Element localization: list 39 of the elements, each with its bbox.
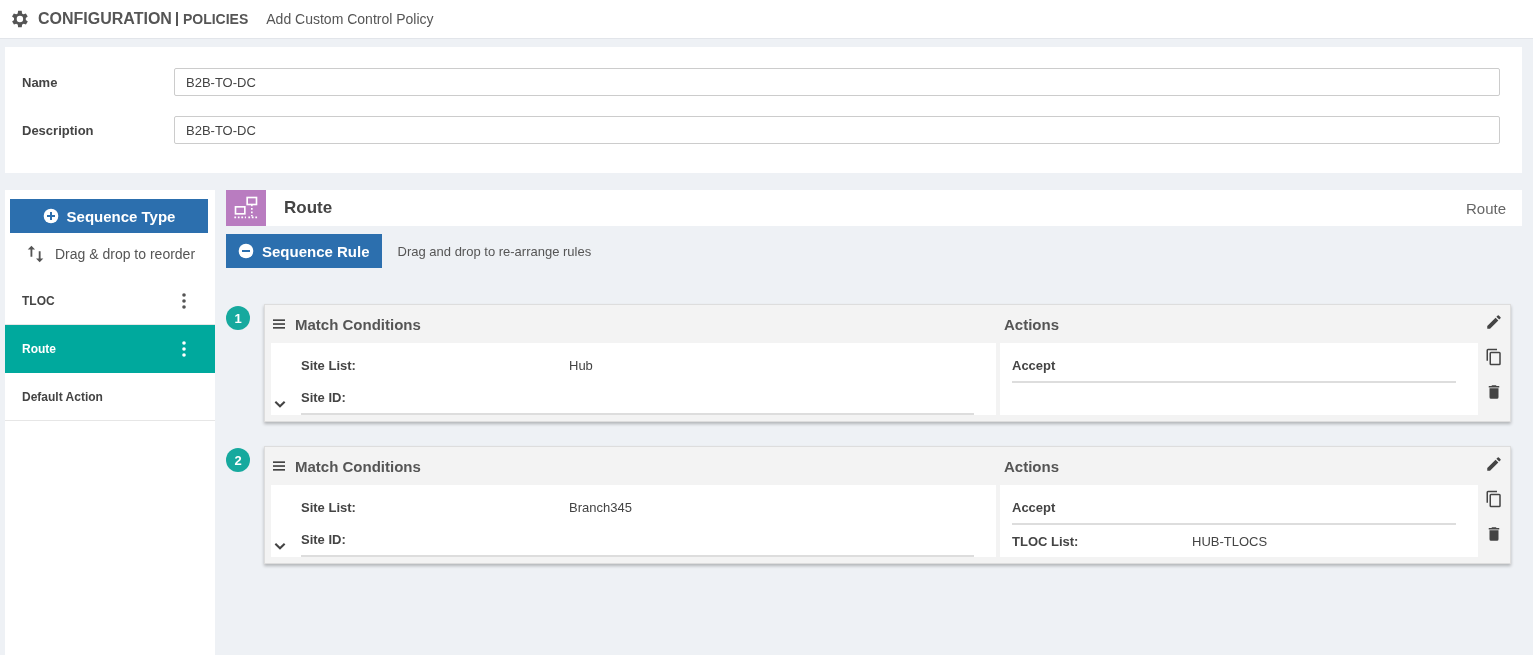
action-label: TLOC List: — [1012, 533, 1080, 549]
edit-icon[interactable] — [1485, 313, 1503, 331]
column-title: Match Conditions — [295, 457, 421, 475]
condition-label: Site ID: — [301, 531, 347, 547]
reorder-hint: Drag & drop to reorder — [55, 246, 196, 262]
condition-value: Branch345 — [569, 499, 632, 515]
input-field[interactable]: B2B-TO-DC — [174, 116, 1500, 144]
action-label: Accept — [1012, 499, 1057, 515]
edit-icon[interactable] — [1485, 455, 1503, 473]
section-title: Route — [284, 198, 334, 218]
column-title: Actions — [1003, 456, 1060, 477]
page-title: Add Custom Control Policy — [266, 11, 434, 27]
field-label: Name — [22, 74, 59, 90]
condition-label: Site ID: — [301, 389, 347, 405]
sequence-rule-button[interactable]: Sequence Rule — [226, 234, 382, 268]
sidebar-item-label: Route — [22, 341, 56, 356]
action-label: Accept — [1012, 357, 1057, 373]
action-value: HUB-TLOCS — [1192, 533, 1268, 549]
column-title: Match Conditions — [295, 315, 421, 333]
rearrange-hint: Drag and drop to re-arrange rules — [397, 243, 592, 259]
column-title: Actions — [1003, 314, 1060, 335]
sidebar-item[interactable]: Default Action — [5, 373, 215, 421]
page-subsection-title: POLICIES — [175, 12, 249, 26]
drag-handle-icon[interactable] — [271, 316, 287, 332]
sequence-type-button[interactable]: Sequence Type — [10, 199, 208, 233]
sidebar-item-label: Default Action — [22, 389, 103, 404]
page-section-title: CONFIGURATION — [38, 10, 172, 28]
sequence-type-label: Route — [1465, 199, 1506, 217]
rule-number-badge: 1 — [226, 306, 250, 330]
drag-handle-icon[interactable] — [271, 458, 287, 474]
rule-number-badge: 2 — [226, 448, 250, 472]
field-label: Description — [22, 122, 95, 138]
sidebar-item-label: TLOC — [22, 293, 55, 308]
condition-value: Hub — [569, 357, 593, 373]
condition-label: Site List: — [301, 357, 357, 373]
copy-icon[interactable] — [1485, 348, 1503, 366]
condition-label: Site List: — [301, 499, 357, 515]
copy-icon[interactable] — [1485, 490, 1503, 508]
input-field[interactable]: B2B-TO-DC — [174, 68, 1500, 96]
